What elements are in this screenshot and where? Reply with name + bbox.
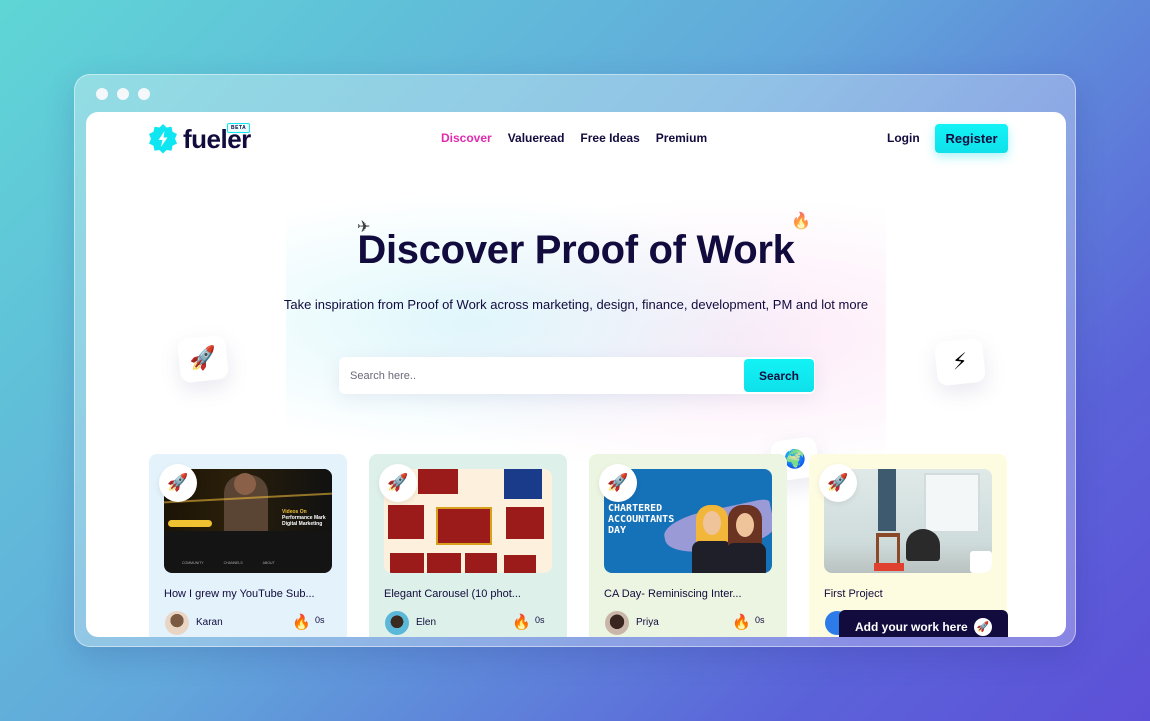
thumb-tab: ABOUT — [262, 561, 275, 565]
card-title[interactable]: Elegant Carousel (10 phot... — [384, 588, 521, 600]
window-controls — [96, 88, 150, 100]
thumb-tab: CHANNELS — [223, 561, 243, 565]
search-input[interactable] — [339, 357, 739, 394]
card-author[interactable]: Karan — [196, 617, 223, 628]
avatar[interactable] — [605, 611, 629, 635]
avatar[interactable] — [165, 611, 189, 635]
rocket-badge-icon: 🚀 — [819, 464, 857, 502]
page-subtitle: Take inspiration from Proof of Work acro… — [283, 297, 869, 312]
nav-link-premium[interactable]: Premium — [656, 131, 707, 145]
page: fueler BETA Discover Valueread Free Idea… — [86, 112, 1066, 637]
top-nav: fueler BETA Discover Valueread Free Idea… — [86, 112, 1066, 164]
logo[interactable]: fueler BETA — [147, 123, 251, 155]
search-bar: Search — [339, 357, 815, 394]
avatar[interactable] — [385, 611, 409, 635]
card-author[interactable]: Elen — [416, 617, 436, 628]
nav-links: Discover Valueread Free Ideas Premium — [441, 131, 707, 145]
browser-window: fueler BETA Discover Valueread Free Idea… — [74, 74, 1076, 647]
beta-badge: BETA — [227, 123, 251, 133]
nav-link-free-ideas[interactable]: Free Ideas — [580, 131, 639, 145]
window-close-dot[interactable] — [96, 88, 108, 100]
rocket-tile: 🚀 — [176, 334, 230, 384]
thumb-text: CHARTERED ACCOUNTANTS DAY — [608, 503, 675, 536]
nav-link-valueread[interactable]: Valueread — [508, 131, 565, 145]
fire-count: 0s — [535, 615, 545, 625]
add-your-work-button[interactable]: Add your work here 🚀 — [839, 610, 1008, 637]
lightning-icon: ⚡ — [950, 348, 969, 375]
card-author[interactable]: Priya — [636, 617, 659, 628]
thumb-tab: COMMUNITY — [182, 561, 204, 565]
window-minimize-dot[interactable] — [117, 88, 129, 100]
thumb-text: Digital Marketing — [282, 521, 323, 527]
rocket-badge-icon: 🚀 — [379, 464, 417, 502]
fire-icon[interactable]: 🔥 — [292, 613, 311, 631]
lightning-badge-icon — [149, 124, 177, 154]
rocket-icon: 🚀 — [188, 344, 218, 373]
card-title[interactable]: How I grew my YouTube Sub... — [164, 588, 315, 600]
rocket-icon: 🚀 — [973, 618, 992, 636]
nav-link-discover[interactable]: Discover — [441, 131, 492, 145]
work-card[interactable]: CHARTERED ACCOUNTANTS DAY 🚀 CA Day- Remi… — [589, 454, 787, 637]
register-button[interactable]: Register — [935, 124, 1008, 153]
add-work-label: Add your work here — [855, 620, 968, 634]
fire-count: 0s — [315, 615, 325, 625]
lightning-tile: ⚡ — [933, 337, 987, 387]
card-title[interactable]: CA Day- Reminiscing Inter... — [604, 588, 742, 600]
card-title[interactable]: First Project — [824, 588, 883, 600]
work-card[interactable]: 🚀 Elegant Carousel (10 phot... Elen 🔥 0s — [369, 454, 567, 637]
window-maximize-dot[interactable] — [138, 88, 150, 100]
page-title: Discover Proof of Work — [357, 228, 795, 272]
work-card[interactable]: Videos On Performance Mark Digital Marke… — [149, 454, 347, 637]
fire-count: 0s — [755, 615, 765, 625]
login-link[interactable]: Login — [887, 131, 920, 145]
search-button[interactable]: Search — [744, 359, 814, 392]
fire-icon[interactable]: 🔥 — [732, 613, 751, 631]
rocket-badge-icon: 🚀 — [159, 464, 197, 502]
fire-icon[interactable]: 🔥 — [512, 613, 531, 631]
rocket-badge-icon: 🚀 — [599, 464, 637, 502]
